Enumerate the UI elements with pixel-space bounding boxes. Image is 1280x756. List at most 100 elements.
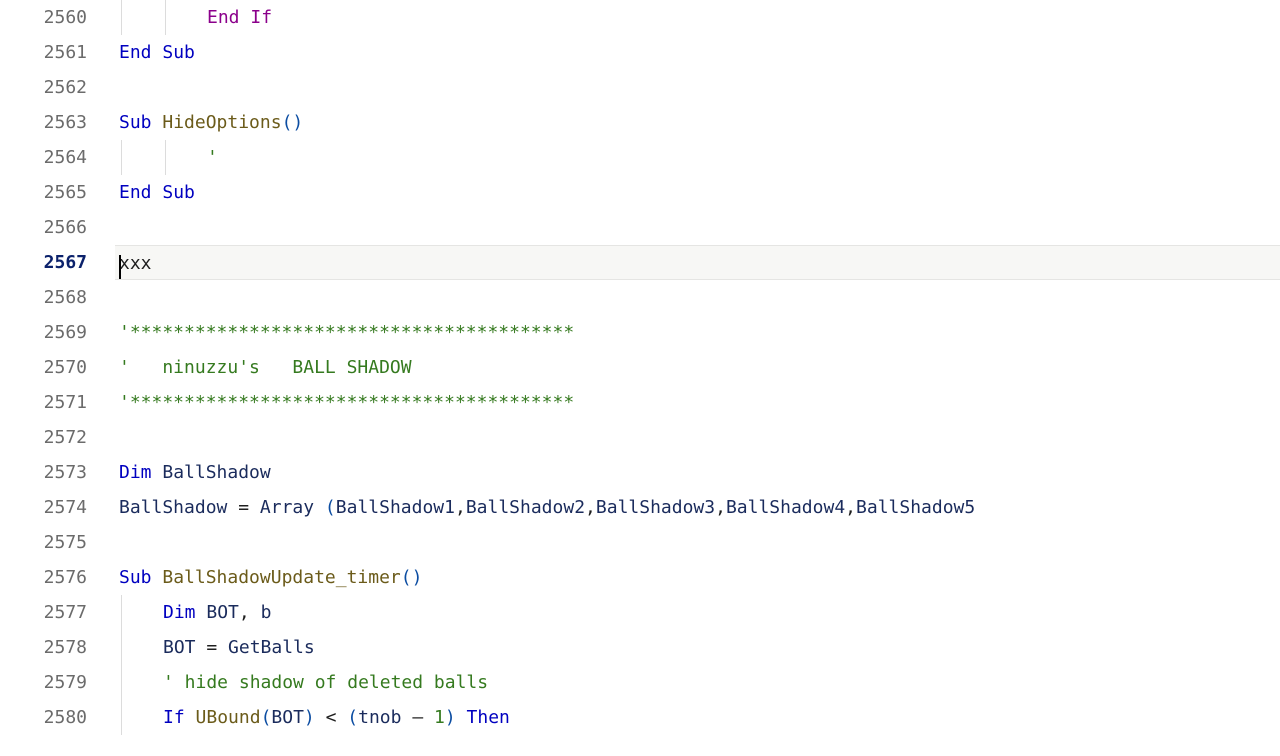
code-line-content: xxx	[119, 253, 152, 274]
token: UBound	[196, 707, 261, 728]
token: –	[401, 707, 434, 728]
line-number: 2571	[0, 385, 87, 420]
code-line[interactable]: Sub BallShadowUpdate_timer()	[115, 560, 1280, 595]
token: (	[261, 707, 272, 728]
token	[314, 497, 325, 518]
token: =	[196, 637, 229, 658]
code-line-content: BOT = GetBalls	[119, 637, 315, 658]
token: ,	[715, 497, 726, 518]
token	[152, 112, 163, 133]
code-line-content: ' ninuzzu's BALL SHADOW	[119, 357, 412, 378]
token: If	[163, 707, 185, 728]
indent-guide	[121, 665, 122, 700]
line-number: 2560	[0, 0, 87, 35]
token: BOT	[271, 707, 304, 728]
code-line-content: BallShadow = Array (BallShadow1,BallShad…	[119, 497, 975, 518]
token: (	[347, 707, 358, 728]
token: b	[261, 602, 272, 623]
line-number: 2562	[0, 70, 87, 105]
code-line-content: Dim BallShadow	[119, 462, 271, 483]
code-line-content: Dim BOT, b	[119, 602, 271, 623]
code-line-content: End Sub	[119, 42, 195, 63]
line-number: 2566	[0, 210, 87, 245]
line-number: 2567	[0, 245, 87, 280]
token: End	[207, 7, 240, 28]
code-line[interactable]: End If	[115, 0, 1280, 35]
text-cursor	[119, 255, 121, 279]
token	[152, 462, 163, 483]
code-line[interactable]: End Sub	[115, 35, 1280, 70]
code-line-content: ' hide shadow of deleted balls	[119, 672, 488, 693]
line-number: 2574	[0, 490, 87, 525]
token: =	[227, 497, 260, 518]
code-line[interactable]: ' ninuzzu's BALL SHADOW	[115, 350, 1280, 385]
line-number-gutter: 2560256125622563256425652566256725682569…	[0, 0, 115, 756]
code-line[interactable]: xxx	[115, 245, 1280, 280]
line-number: 2564	[0, 140, 87, 175]
line-number: 2565	[0, 175, 87, 210]
line-number: 2580	[0, 700, 87, 735]
token: GetBalls	[228, 637, 315, 658]
token: Array	[260, 497, 314, 518]
code-line[interactable]: If UBound(BOT) < (tnob – 1) Then	[115, 700, 1280, 735]
code-editor[interactable]: 2560256125622563256425652566256725682569…	[0, 0, 1280, 756]
code-line-content: '***************************************…	[119, 322, 574, 343]
code-line[interactable]	[115, 525, 1280, 560]
token: ,	[239, 602, 261, 623]
indent-guide	[121, 700, 122, 735]
token: BallShadow5	[856, 497, 975, 518]
token: )	[304, 707, 315, 728]
code-line[interactable]: '***************************************…	[115, 315, 1280, 350]
token	[152, 567, 163, 588]
token: ' ninuzzu's BALL SHADOW	[119, 357, 412, 378]
line-number: 2575	[0, 525, 87, 560]
code-line[interactable]	[115, 280, 1280, 315]
code-line-content: '***************************************…	[119, 392, 574, 413]
code-line[interactable]	[115, 70, 1280, 105]
code-line[interactable]: Sub HideOptions()	[115, 105, 1280, 140]
indent-guide	[121, 630, 122, 665]
token: tnob	[358, 707, 401, 728]
token: <	[315, 707, 348, 728]
code-line-content: End If	[119, 7, 272, 28]
code-line[interactable]: Dim BallShadow	[115, 455, 1280, 490]
token: '***************************************…	[119, 322, 574, 343]
code-line[interactable]: BallShadow = Array (BallShadow1,BallShad…	[115, 490, 1280, 525]
line-number: 2576	[0, 560, 87, 595]
token: (	[325, 497, 336, 518]
code-line[interactable]: End Sub	[115, 175, 1280, 210]
token: ,	[585, 497, 596, 518]
token: )	[445, 707, 456, 728]
indent-guide	[121, 595, 122, 630]
token: ,	[845, 497, 856, 518]
token: BallShadow	[119, 497, 227, 518]
token: 1	[434, 707, 445, 728]
code-line[interactable]: '***************************************…	[115, 385, 1280, 420]
code-line[interactable]: ' hide shadow of deleted balls	[115, 665, 1280, 700]
token	[456, 707, 467, 728]
token: ()	[401, 567, 423, 588]
token	[152, 42, 163, 63]
indent-guide	[165, 140, 166, 175]
code-line[interactable]	[115, 210, 1280, 245]
token: Sub	[162, 42, 195, 63]
code-line-content: '	[119, 147, 218, 168]
line-number: 2577	[0, 595, 87, 630]
code-line[interactable]: BOT = GetBalls	[115, 630, 1280, 665]
token: BallShadow2	[466, 497, 585, 518]
token: Sub	[119, 567, 152, 588]
indent-guide	[165, 0, 166, 35]
token	[185, 707, 196, 728]
line-number: 2568	[0, 280, 87, 315]
code-line-content: If UBound(BOT) < (tnob – 1) Then	[119, 707, 510, 728]
code-area[interactable]: End IfEnd SubSub HideOptions()'End Subxx…	[115, 0, 1280, 756]
code-line[interactable]	[115, 420, 1280, 455]
line-number: 2572	[0, 420, 87, 455]
indent-guide	[121, 140, 122, 175]
code-line[interactable]: '	[115, 140, 1280, 175]
code-line-content: Sub BallShadowUpdate_timer()	[119, 567, 422, 588]
token: '***************************************…	[119, 392, 574, 413]
line-number: 2579	[0, 665, 87, 700]
line-number: 2578	[0, 630, 87, 665]
code-line[interactable]: Dim BOT, b	[115, 595, 1280, 630]
